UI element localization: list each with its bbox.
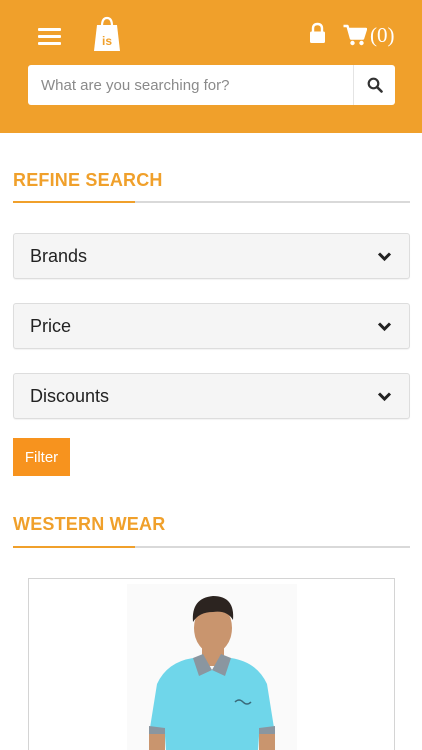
refine-search-title: REFINE SEARCH — [13, 170, 163, 190]
accordion-discounts[interactable]: Discounts — [13, 373, 410, 419]
app-header: is (0) — [0, 0, 422, 133]
search-button[interactable] — [353, 65, 395, 105]
accordion-brands[interactable]: Brands — [13, 233, 410, 279]
refine-divider — [13, 201, 410, 203]
search-icon — [367, 77, 383, 93]
cart-count: (0) — [370, 23, 395, 47]
cart-button[interactable]: (0) — [343, 22, 395, 48]
search-input[interactable] — [28, 65, 353, 105]
accordion-price-label: Price — [30, 315, 72, 336]
menu-icon[interactable] — [38, 28, 62, 46]
product-image[interactable] — [127, 584, 297, 750]
accordion-brands-label: Brands — [30, 245, 88, 266]
chevron-down-icon — [377, 251, 392, 261]
cart-icon — [343, 24, 367, 46]
western-wear-title: WESTERN WEAR — [13, 514, 166, 534]
logo-icon[interactable]: is — [93, 15, 121, 53]
page: is (0) REFINE SEARCH — [0, 0, 422, 750]
logo-text: is — [102, 34, 112, 48]
search-bar — [28, 65, 395, 105]
product-card[interactable] — [28, 578, 395, 750]
accordion-price[interactable]: Price — [13, 303, 410, 349]
chevron-down-icon — [377, 391, 392, 401]
lock-icon[interactable] — [309, 22, 326, 44]
accordion-discounts-label: Discounts — [30, 385, 110, 406]
filter-button[interactable]: Filter — [13, 438, 70, 476]
chevron-down-icon — [377, 321, 392, 331]
western-wear-divider — [13, 546, 410, 548]
